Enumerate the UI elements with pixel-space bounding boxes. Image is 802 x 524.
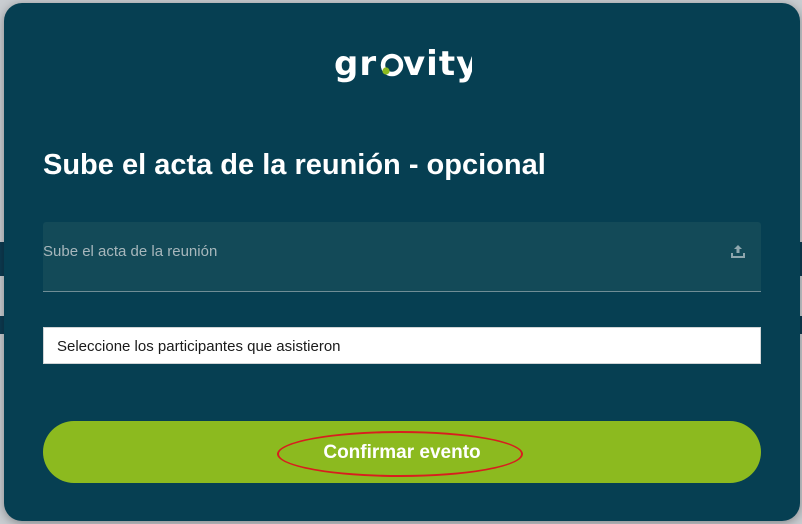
grovity-logo: gr vity	[4, 41, 800, 93]
confirm-event-label: Confirmar evento	[323, 442, 481, 463]
page-title: Sube el acta de la reunión - opcional	[43, 149, 546, 181]
grovity-logo-icon: gr vity	[334, 44, 472, 84]
svg-text:vity: vity	[403, 44, 472, 84]
upload-icon[interactable]	[729, 242, 747, 260]
participants-select[interactable]: Seleccione los participantes que asistie…	[43, 327, 761, 364]
event-confirmation-modal: gr vity Sube el acta de la reunión - opc…	[4, 3, 800, 521]
participants-select-value: Seleccione los participantes que asistie…	[57, 338, 341, 355]
svg-text:gr: gr	[334, 44, 377, 84]
upload-field-label: Sube el acta de la reunión	[43, 243, 218, 260]
confirm-event-button[interactable]: Confirmar evento	[43, 421, 761, 483]
meeting-minutes-upload-field[interactable]: Sube el acta de la reunión	[43, 222, 761, 292]
